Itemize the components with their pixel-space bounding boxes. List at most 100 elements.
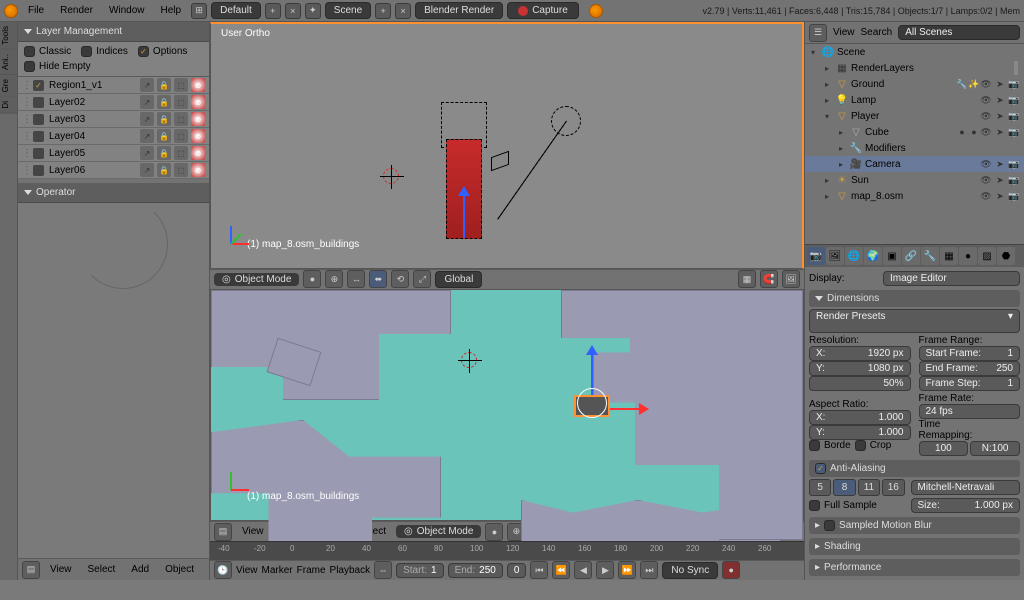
outliner-row[interactable]: ▸💡Lamp👁➤📷 [805, 92, 1024, 108]
menu-window[interactable]: Window [103, 3, 151, 18]
tab-tools[interactable]: Tools [0, 22, 17, 50]
tl-view[interactable]: View [236, 565, 258, 576]
aa-5[interactable]: 5 [809, 479, 831, 496]
current-frame-field[interactable]: 0 [507, 563, 527, 578]
restrict-render-icon[interactable]: 📷 [1008, 159, 1020, 170]
camera-gizmo[interactable] [491, 151, 509, 172]
smb-header[interactable]: ▸Sampled Motion Blur [809, 517, 1020, 534]
expand-icon[interactable]: ▸ [839, 144, 849, 153]
wire-icon[interactable]: ⬚ [174, 163, 188, 177]
aspect-y-field[interactable]: Y:1.000 [809, 425, 911, 440]
chk-classic[interactable]: Classic [24, 46, 71, 57]
manipulator-icon[interactable]: ↔ [347, 270, 365, 288]
jump-start-icon[interactable]: ⏮ [530, 561, 548, 579]
editor-type-icon[interactable]: ☰ [809, 24, 827, 42]
outliner-row[interactable]: ▸🎥Camera👁➤📷 [805, 156, 1024, 172]
restrict-view-icon[interactable]: 👁 [980, 79, 992, 90]
drag-icon[interactable]: ⋮⋮ [22, 97, 30, 108]
editor-type-icon[interactable]: 🕒 [214, 561, 232, 579]
layer-row[interactable]: ⋮⋮Layer03↗🔒⬚⊘ [18, 111, 209, 128]
pivot-icon[interactable]: ⊕ [325, 270, 343, 288]
layer-row[interactable]: ⋮⋮Layer04↗🔒⬚⊘ [18, 128, 209, 145]
layer-visible-check[interactable] [33, 114, 44, 125]
restrict-view-icon[interactable]: ↗ [140, 95, 154, 109]
tab-object-icon[interactable]: ▣ [883, 247, 901, 265]
lock-icon[interactable]: 🔒 [157, 95, 171, 109]
remove-icon[interactable]: ⊘ [191, 146, 205, 160]
remove-icon[interactable]: ⊘ [191, 112, 205, 126]
tab-modifiers-icon[interactable]: 🔧 [921, 247, 939, 265]
snap-icon[interactable]: 🧲 [760, 270, 778, 288]
tab-data-icon[interactable]: ▦ [940, 247, 958, 265]
tl-frame[interactable]: Frame [297, 565, 326, 576]
restrict-select-icon[interactable]: ➤ [994, 159, 1006, 170]
sync-dropdown[interactable]: No Sync [662, 562, 718, 579]
layer-visible-check[interactable] [33, 80, 44, 91]
restrict-view-icon[interactable]: ↗ [140, 78, 154, 92]
3d-viewport-2[interactable]: User Ortho (1) map_8.osm_buildings [210, 289, 804, 521]
mode-dropdown[interactable]: ◎ Object Mode [214, 273, 299, 286]
res-x-field[interactable]: X:1920 px [809, 346, 911, 361]
tab-display[interactable]: Di [0, 97, 17, 114]
scene-dropdown[interactable]: Scene [325, 2, 371, 19]
editor-type-icon[interactable]: ▤ [22, 561, 40, 579]
display-dropdown[interactable]: Image Editor [883, 271, 1020, 286]
restrict-view-icon[interactable]: 👁 [980, 127, 992, 138]
building-mesh[interactable] [211, 290, 451, 400]
expand-icon[interactable]: ▸ [825, 80, 835, 89]
layout-remove-button[interactable]: × [285, 3, 301, 19]
restrict-view-icon[interactable]: 👁 [980, 95, 992, 106]
restrict-view-icon[interactable]: 👁 [980, 175, 992, 186]
remove-icon[interactable]: ⊘ [191, 78, 205, 92]
outliner-row[interactable]: ▸▦RenderLayers [805, 60, 1024, 76]
layer-row[interactable]: ⋮⋮Layer05↗🔒⬚⊘ [18, 145, 209, 162]
tab-material-icon[interactable]: ● [959, 247, 977, 265]
restrict-view-icon[interactable]: 👁 [980, 159, 992, 170]
drag-icon[interactable]: ⋮⋮ [22, 114, 30, 125]
object-menu[interactable]: Object [159, 562, 200, 577]
z-axis-handle[interactable] [463, 192, 465, 238]
expand-icon[interactable]: ▸ [825, 176, 835, 185]
tab-world-icon[interactable]: 🌍 [864, 247, 882, 265]
view-menu[interactable]: View [236, 524, 270, 539]
expand-icon[interactable]: ▸ [839, 128, 849, 137]
end-frame-field[interactable]: End Frame:250 [919, 361, 1021, 376]
outliner-filter-dropdown[interactable]: All Scenes [898, 25, 1020, 40]
remove-icon[interactable]: ⊘ [191, 95, 205, 109]
wire-icon[interactable]: ⬚ [174, 112, 188, 126]
tab-grease[interactable]: Gre [0, 75, 17, 97]
outliner-row[interactable]: ▸▽map_8.osm👁➤📷 [805, 188, 1024, 204]
layer-visible-check[interactable] [33, 97, 44, 108]
chk-indices[interactable]: Indices [81, 46, 128, 57]
remap-new-field[interactable]: N:100 [970, 441, 1020, 456]
aa-16[interactable]: 16 [882, 479, 904, 496]
tab-scene-icon[interactable]: 🌐 [845, 247, 863, 265]
layer-visible-check[interactable] [33, 131, 44, 142]
expand-icon[interactable]: ▸ [825, 192, 835, 201]
layer-visible-check[interactable] [33, 165, 44, 176]
lock-icon[interactable]: 🔒 [157, 146, 171, 160]
start-frame-field[interactable]: Start Frame:1 [919, 346, 1021, 361]
chk-options[interactable]: Options [138, 46, 187, 57]
res-y-field[interactable]: Y:1080 px [809, 361, 911, 376]
restrict-select-icon[interactable]: ➤ [994, 127, 1006, 138]
restrict-view-icon[interactable]: 👁 [980, 111, 992, 122]
end-frame-field[interactable]: End:250 [448, 563, 503, 578]
layer-visible-check[interactable] [33, 148, 44, 159]
outliner[interactable]: ▾🌐Scene▸▦RenderLayers▸▽Ground🔧✨👁➤📷▸💡Lamp… [805, 44, 1024, 244]
restrict-render-icon[interactable]: 📷 [1008, 79, 1020, 90]
wire-icon[interactable]: ⬚ [174, 129, 188, 143]
rotate-manip[interactable]: ⟲ [391, 270, 409, 288]
select-menu[interactable]: Select [82, 562, 122, 577]
shading-header[interactable]: ▸Shading [809, 538, 1020, 555]
res-pct-field[interactable]: 50% [809, 376, 911, 391]
restrict-view-icon[interactable]: ↗ [140, 112, 154, 126]
expand-icon[interactable]: ▸ [825, 64, 835, 73]
outliner-row[interactable]: ▸☀Sun👁➤📷 [805, 172, 1024, 188]
restrict-select-icon[interactable]: ➤ [994, 95, 1006, 106]
aa-header[interactable]: ✓Anti-Aliasing [809, 460, 1020, 477]
render-icon[interactable]: 🖼 [782, 270, 800, 288]
fps-dropdown[interactable]: 24 fps [919, 404, 1021, 419]
play-icon[interactable]: ▶ [596, 561, 614, 579]
outliner-view[interactable]: View [833, 27, 855, 38]
